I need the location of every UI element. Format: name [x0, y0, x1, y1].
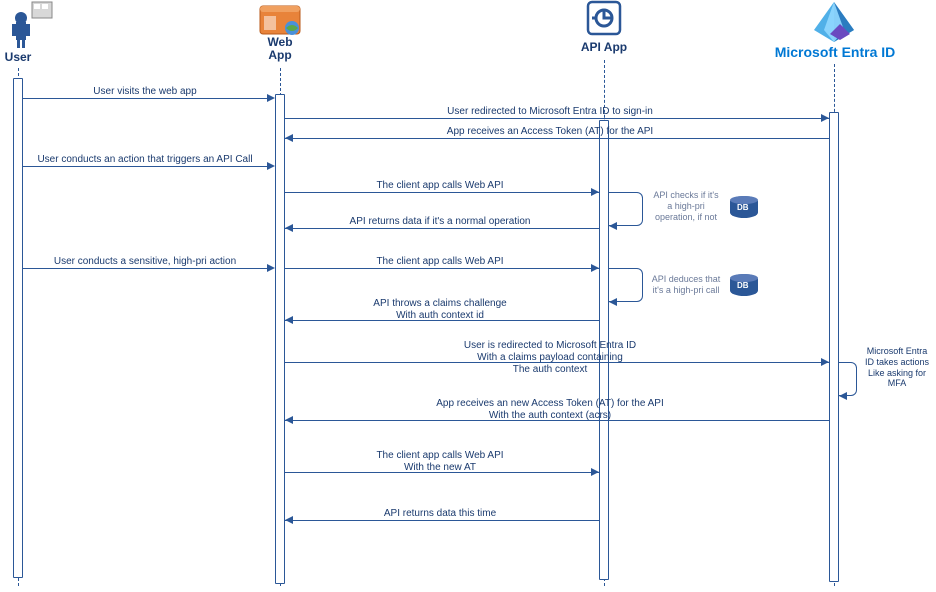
msg6-loop: [609, 192, 643, 226]
msg10-arrow: [609, 298, 617, 306]
msg3-line: [285, 138, 829, 139]
m14a: App receives an new Access Token (AT) fo…: [436, 398, 664, 409]
user-icon: [6, 0, 56, 51]
msg8-arrow: [267, 264, 275, 272]
msg15-text: The client app calls Web API With the ne…: [340, 450, 540, 474]
sequence-diagram: User Web App API App Microsoft Entra ID: [0, 0, 936, 592]
m6a: API checks if it's: [653, 190, 718, 200]
msg7-line: [285, 228, 599, 229]
msg3-text: App receives an Access Token (AT) for th…: [400, 126, 700, 137]
msg13-text: Microsoft Entra ID takes actions Like as…: [860, 346, 934, 389]
msg4-arrow: [267, 162, 275, 170]
apiapp-icon: [586, 0, 622, 39]
m10b: it's a high-pri call: [653, 285, 720, 295]
m13a: Microsoft Entra: [867, 346, 928, 356]
msg5-arrow: [591, 188, 599, 196]
msg6-text: API checks if it's a high-pri operation,…: [646, 190, 726, 222]
activation-web: [275, 94, 285, 584]
msg10-loop: [609, 268, 643, 302]
msg10-text: API deduces that it's a high-pri call: [646, 274, 726, 296]
msg13-arrow: [839, 392, 847, 400]
actor-web-label: Web App: [260, 36, 300, 62]
m15b: With the new AT: [404, 462, 476, 473]
msg7-text: API returns data if it's a normal operat…: [330, 216, 550, 227]
msg16-arrow: [285, 516, 293, 524]
db-icon-2: DB: [730, 274, 758, 296]
msg5-line: [285, 192, 599, 193]
msg15-arrow: [591, 468, 599, 476]
msg11-text: API throws a claims challenge With auth …: [340, 298, 540, 322]
msg7-arrow: [285, 224, 293, 232]
msg1-arrow: [267, 94, 275, 102]
msg9-text: The client app calls Web API: [350, 256, 530, 267]
actor-api-label: API App: [578, 40, 630, 54]
web-label-2: App: [268, 48, 291, 62]
msg14-arrow: [285, 416, 293, 424]
msg6-arrow: [609, 222, 617, 230]
msg16-text: API returns data this time: [350, 508, 530, 519]
m11a: API throws a claims challenge: [373, 298, 506, 309]
msg14-text: App receives an new Access Token (AT) fo…: [400, 398, 700, 422]
msg9-arrow: [591, 264, 599, 272]
msg16-line: [285, 520, 599, 521]
m11b: With auth context id: [396, 310, 484, 321]
actor-entra-label: Microsoft Entra ID: [770, 44, 900, 60]
m6c: operation, if not: [655, 212, 717, 222]
entra-icon: [810, 0, 858, 47]
m13c: Like asking for: [868, 368, 926, 378]
msg4-line: [23, 166, 267, 167]
m12c: The auth context: [513, 364, 588, 375]
m6b: a high-pri: [667, 201, 705, 211]
msg12-text: User is redirected to Microsoft Entra ID…: [420, 340, 680, 376]
db2-txt: DB: [737, 281, 749, 290]
db-icon-1: DB: [730, 196, 758, 218]
activation-entra: [829, 112, 839, 582]
msg8-line: [23, 268, 267, 269]
activation-user: [13, 78, 23, 578]
msg11-arrow: [285, 316, 293, 324]
web-label-1: Web: [267, 35, 292, 49]
msg3-arrow: [285, 134, 293, 142]
msg1-line: [23, 98, 267, 99]
actor-user-label: User: [0, 50, 36, 64]
db1-txt: DB: [737, 203, 749, 212]
msg9-line: [285, 268, 599, 269]
msg8-text: User conducts a sensitive, high-pri acti…: [30, 256, 260, 267]
m13d: MFA: [888, 378, 907, 388]
m13b: ID takes actions: [865, 357, 929, 367]
msg4-text: User conducts an action that triggers an…: [30, 154, 260, 165]
msg13-loop: [839, 362, 857, 396]
m10a: API deduces that: [652, 274, 721, 284]
m12a: User is redirected to Microsoft Entra ID: [464, 340, 636, 351]
msg1-text: User visits the web app: [60, 86, 230, 97]
msg2-text: User redirected to Microsoft Entra ID to…: [400, 106, 700, 117]
msg2-line: [285, 118, 829, 119]
msg12-arrow: [821, 358, 829, 366]
m12b: With a claims payload containing: [477, 352, 623, 363]
msg5-text: The client app calls Web API: [350, 180, 530, 191]
m15a: The client app calls Web API: [376, 450, 503, 461]
m14b: With the auth context (acrs): [489, 410, 611, 421]
msg2-arrow: [821, 114, 829, 122]
